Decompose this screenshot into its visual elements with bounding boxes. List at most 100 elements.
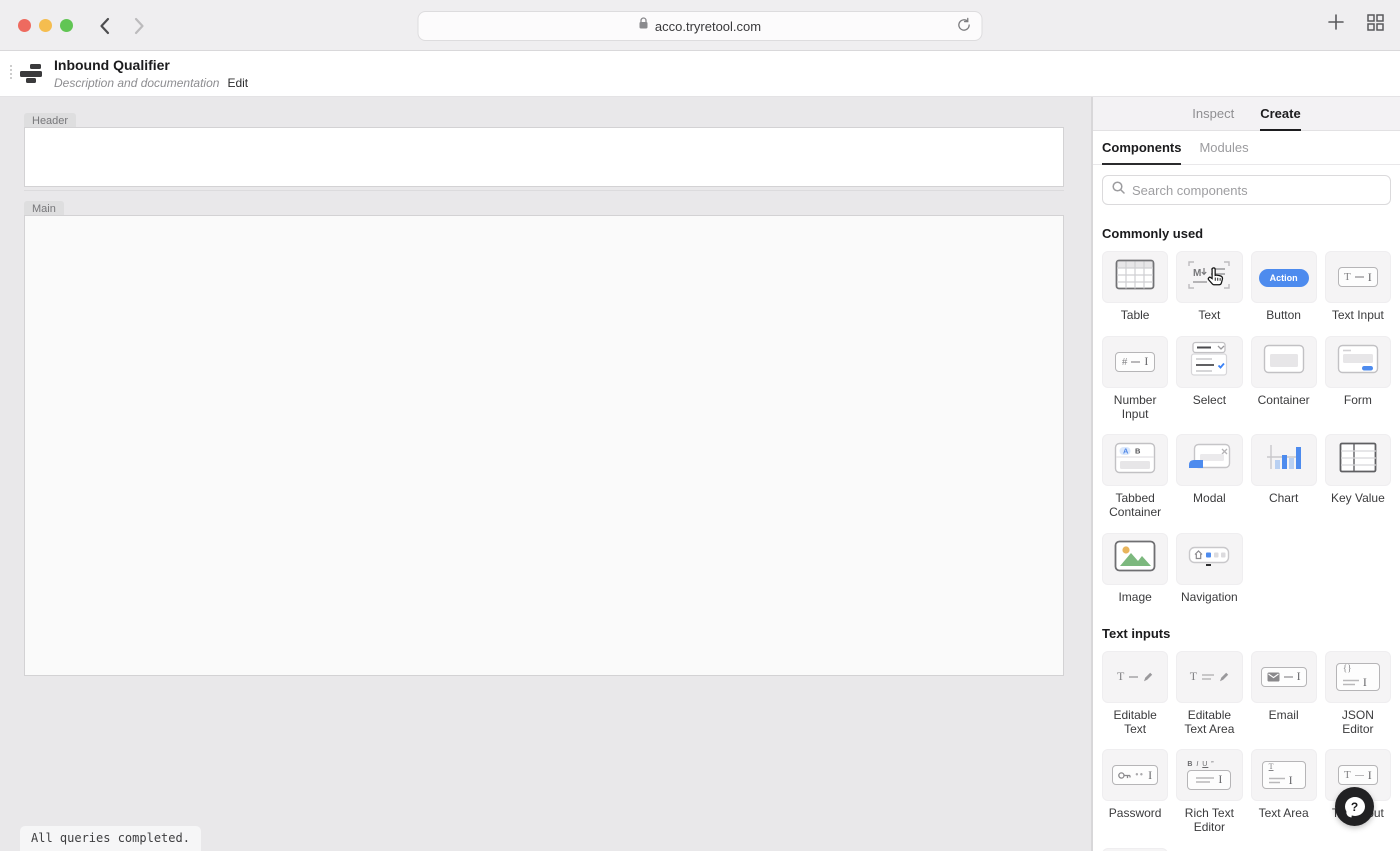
drag-handle-icon[interactable] [10,65,12,81]
app-icon [20,64,42,83]
component-card-table[interactable] [1102,251,1168,303]
component-cell: {}I JSON Editor [1325,651,1391,737]
main-frame[interactable] [24,215,1064,676]
forward-icon[interactable] [127,14,151,38]
button-icon: Action [1259,268,1309,286]
right-panel: Inspect Create Components Modules Common… [1092,97,1400,851]
edit-description-button[interactable]: Edit [227,76,248,90]
app-description: Description and documentation [54,76,219,90]
component-label: Email [1269,709,1299,723]
component-card-email[interactable]: I [1251,651,1317,703]
component-card-number-input[interactable]: #I [1102,336,1168,388]
component-card-text[interactable]: M [1176,251,1242,303]
chart-icon [1264,442,1304,479]
component-cell: TI Text Area [1251,749,1317,835]
search-input[interactable] [1132,183,1381,198]
form-icon [1337,344,1379,379]
component-label: Text Input [1332,309,1384,323]
tab-create[interactable]: Create [1260,97,1300,130]
component-label: Chart [1269,492,1298,506]
component-label: Table [1121,309,1150,323]
component-cell: Action Button [1251,251,1317,323]
component-cell: Container [1251,336,1317,422]
zoom-window-button[interactable] [60,19,73,32]
url-text: acco.tryretool.com [655,19,761,34]
component-cell: Select [1176,336,1242,422]
editable-text-icon: T [1117,669,1153,684]
component-cell: TI Text Input [1325,251,1391,323]
editor-canvas[interactable]: Header Main All queries completed. [0,97,1092,851]
email-icon: I [1261,667,1307,687]
number-input-icon: #I [1115,352,1155,372]
component-label: Image [1118,591,1151,605]
component-cell: AB Tabbed Container [1102,434,1168,520]
component-label: Modal [1193,492,1226,506]
pointer-cursor-icon [1205,266,1228,294]
component-card-button[interactable]: Action [1251,251,1317,303]
component-cell: T Editable Text Area [1176,651,1242,737]
component-label: Text Area [1259,807,1309,821]
tabbed-container-icon: AB [1114,442,1156,479]
component-card-json-editor[interactable]: {}I [1325,651,1391,703]
address-bar[interactable]: acco.tryretool.com [418,11,983,41]
component-card-navigation[interactable] [1176,533,1242,585]
textarea-icon: TI [1262,761,1306,789]
component-card-textarea[interactable]: TI [1251,749,1317,801]
component-label: Key Value [1331,492,1385,506]
component-cell: Modal [1176,434,1242,520]
component-card-form[interactable] [1325,336,1391,388]
frame-divider [24,190,1064,191]
tab-inspect[interactable]: Inspect [1192,97,1234,130]
component-cell: Image [1102,533,1168,605]
text-input-icon: TI [1338,765,1378,785]
component-label: Button [1266,309,1301,323]
minimize-window-button[interactable] [39,19,52,32]
navigation-icon [1188,544,1230,573]
search-icon [1112,181,1125,199]
svg-text:M: M [1193,268,1201,279]
rich-text-icon: B I U ”I [1187,761,1231,790]
component-sections: Commonly usedTableMTextActionButtonTITex… [1093,226,1400,851]
action-label: Action [1259,269,1309,287]
component-label: Number Input [1102,394,1168,422]
close-window-button[interactable] [18,19,31,32]
component-card-text-input[interactable]: TI [1325,251,1391,303]
tab-components[interactable]: Components [1102,131,1181,164]
component-card-key-value[interactable] [1325,434,1391,486]
component-cell: Table [1102,251,1168,323]
help-button[interactable]: ? [1335,787,1374,826]
header-frame[interactable] [24,127,1064,187]
component-label: Editable Text [1102,709,1168,737]
component-card-chart[interactable] [1251,434,1317,486]
component-cell: Form [1325,336,1391,422]
component-card-editable-textarea[interactable]: T [1176,651,1242,703]
tab-modules[interactable]: Modules [1199,131,1248,164]
component-cell: Navigation [1176,533,1242,605]
browser-chrome: acco.tryretool.com [0,0,1400,51]
component-label: Editable Text Area [1176,709,1242,737]
lock-icon [639,17,649,35]
text-input-icon: TI [1338,267,1378,287]
back-icon[interactable] [92,14,116,38]
component-cell: Key Value [1325,434,1391,520]
component-label: Tabbed Container [1102,492,1168,520]
component-card-password[interactable]: ••I [1102,749,1168,801]
modal-icon [1187,443,1231,478]
container-icon [1263,344,1305,379]
component-card-modal[interactable] [1176,434,1242,486]
editable-textarea-icon: T [1190,669,1229,684]
image-icon [1114,540,1156,577]
component-card-container[interactable] [1251,336,1317,388]
svg-text:A: A [1123,446,1129,455]
reload-icon[interactable] [957,17,972,36]
component-card-select[interactable] [1176,336,1242,388]
component-card-tabbed-container[interactable]: AB [1102,434,1168,486]
component-card-rich-text[interactable]: B I U ”I [1176,749,1242,801]
component-label: JSON Editor [1325,709,1391,737]
component-card-editable-text[interactable]: T [1102,651,1168,703]
tab-overview-icon[interactable] [1367,14,1384,34]
component-card-image[interactable] [1102,533,1168,585]
component-label: Container [1258,394,1310,408]
new-tab-icon[interactable] [1327,13,1345,34]
search-components-box[interactable] [1102,175,1391,205]
